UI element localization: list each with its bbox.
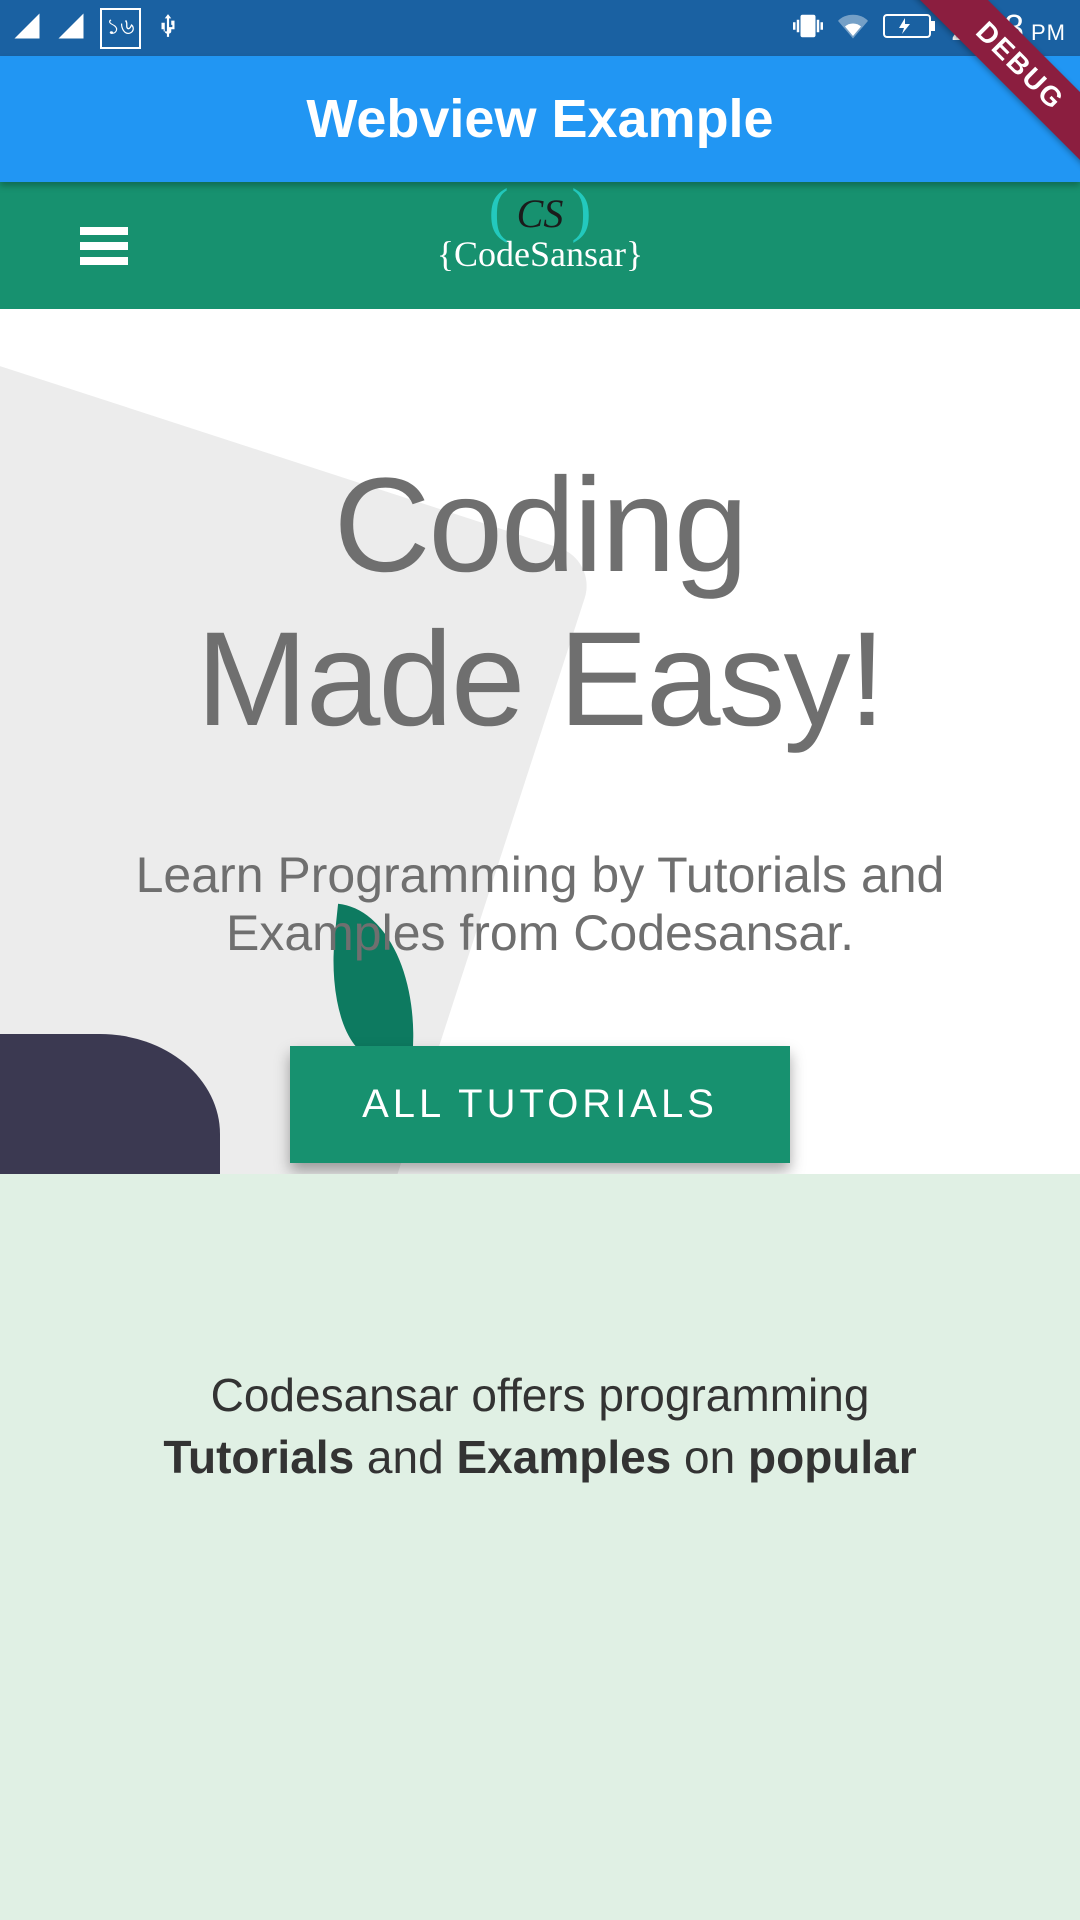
intro-text: on (671, 1431, 748, 1483)
intro-bold-tutorials: Tutorials (163, 1431, 354, 1483)
hero-heading: Coding Made Easy! (0, 309, 1080, 757)
logo-monogram: CS (517, 190, 564, 237)
status-left-group: ১৬ (12, 8, 181, 49)
site-logo[interactable]: CS {CodeSansar} (437, 190, 644, 275)
logo-wordmark: {CodeSansar} (437, 233, 644, 275)
wifi-icon (835, 11, 871, 46)
hero-heading-line1: Coding (334, 451, 747, 600)
app-bar: Webview Example (0, 56, 1080, 182)
vibrate-icon (793, 11, 823, 46)
android-status-bar: ১৬ 2:18PM (0, 0, 1080, 56)
hamburger-bar-icon (80, 227, 128, 235)
intro-paragraph: Codesansar offers programming Tutorials … (0, 1364, 1080, 1488)
hero-subheading: Learn Programming by Tutorials and Examp… (0, 847, 1080, 962)
hero-heading-line2: Made Easy! (196, 605, 884, 754)
battery-charging-icon (883, 12, 939, 45)
signal-sim1-icon (12, 11, 42, 46)
hamburger-bar-icon (80, 257, 128, 265)
intro-bold-examples: Examples (456, 1431, 671, 1483)
carrier-badge-icon: ১৬ (100, 8, 141, 49)
signal-sim2-icon (56, 11, 86, 46)
usb-icon (155, 9, 181, 48)
hero-section: Coding Made Easy! Learn Programming by T… (0, 309, 1080, 1174)
intro-bold-popular: popular (748, 1431, 917, 1483)
status-ampm: PM (1031, 20, 1066, 45)
intro-section: Codesansar offers programming Tutorials … (0, 1174, 1080, 1920)
intro-text: and (354, 1431, 456, 1483)
menu-button[interactable] (80, 227, 130, 265)
intro-line1: Codesansar offers programming (211, 1369, 870, 1421)
all-tutorials-button[interactable]: ALL TUTORIALS (290, 1046, 790, 1163)
app-bar-title: Webview Example (306, 88, 773, 150)
site-header: CS {CodeSansar} (0, 182, 1080, 309)
hamburger-bar-icon (80, 242, 128, 250)
